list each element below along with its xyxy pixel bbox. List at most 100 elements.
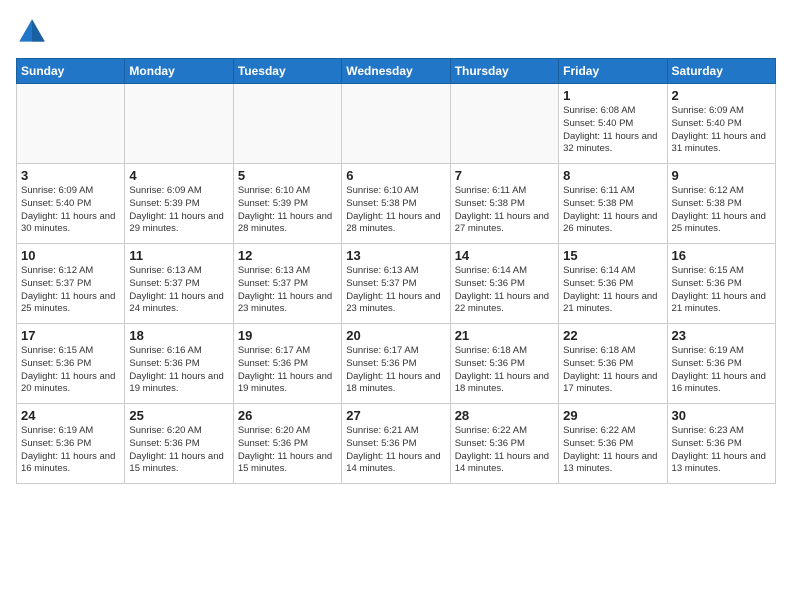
calendar-cell: 15 Sunrise: 6:14 AM Sunset: 5:36 PM Dayli… [559, 244, 667, 324]
day-number: 7 [455, 168, 554, 183]
day-number: 21 [455, 328, 554, 343]
calendar-cell: 12 Sunrise: 6:13 AM Sunset: 5:37 PM Dayli… [233, 244, 341, 324]
calendar-cell: 28 Sunrise: 6:22 AM Sunset: 5:36 PM Dayli… [450, 404, 558, 484]
day-of-week-header: Thursday [450, 59, 558, 84]
calendar-week-row: 24Sunrise: 6:19 AM Sunset: 5:36 PM Dayli… [17, 404, 776, 484]
day-number: 30 [672, 408, 771, 423]
day-number: 22 [563, 328, 662, 343]
day-of-week-header: Wednesday [342, 59, 450, 84]
day-info: Sunrise: 6:12 AM Sunset: 5:38 PM Dayligh… [672, 185, 771, 236]
day-number: 2 [672, 88, 771, 103]
day-info: Sunrise: 6:12 AM Sunset: 5:37 PM Dayligh… [21, 265, 120, 316]
calendar-cell: 5Sunrise: 6:10 AM Sunset: 5:39 PM Daylig… [233, 164, 341, 244]
day-info: Sunrise: 6:11 AM Sunset: 5:38 PM Dayligh… [455, 185, 554, 236]
calendar-cell [342, 84, 450, 164]
day-info: Sunrise: 6:14 AM Sunset: 5:36 PM Dayligh… [563, 265, 662, 316]
day-number: 16 [672, 248, 771, 263]
calendar-cell: 21 Sunrise: 6:18 AM Sunset: 5:36 PM Dayli… [450, 324, 558, 404]
day-info: Sunrise: 6:10 AM Sunset: 5:39 PM Dayligh… [238, 185, 337, 236]
day-number: 27 [346, 408, 445, 423]
day-info: Sunrise: 6:09 AM Sunset: 5:40 PM Dayligh… [21, 185, 120, 236]
day-info: Sunrise: 6:18 AM Sunset: 5:36 PM Dayligh… [455, 345, 554, 396]
day-info: Sunrise: 6:17 AM Sunset: 5:36 PM Dayligh… [238, 345, 337, 396]
day-number: 11 [129, 248, 228, 263]
day-info: Sunrise: 6:09 AM Sunset: 5:39 PM Dayligh… [129, 185, 228, 236]
calendar-cell: 1 Sunrise: 6:08 AM Sunset: 5:40 PM Daylig… [559, 84, 667, 164]
day-number: 18 [129, 328, 228, 343]
day-of-week-header: Sunday [17, 59, 125, 84]
calendar-cell: 10 Sunrise: 6:12 AM Sunset: 5:37 PM Dayli… [17, 244, 125, 324]
calendar-cell: 29Sunrise: 6:22 AM Sunset: 5:36 PM Dayli… [559, 404, 667, 484]
day-of-week-header: Monday [125, 59, 233, 84]
day-number: 17 [21, 328, 120, 343]
day-info: Sunrise: 6:22 AM Sunset: 5:36 PM Dayligh… [455, 425, 554, 476]
calendar-cell: 9 Sunrise: 6:12 AM Sunset: 5:38 PM Daylig… [667, 164, 775, 244]
calendar-cell: 14 Sunrise: 6:14 AM Sunset: 5:36 PM Dayli… [450, 244, 558, 324]
day-of-week-header: Tuesday [233, 59, 341, 84]
calendar-cell: 8 Sunrise: 6:11 AM Sunset: 5:38 PM Daylig… [559, 164, 667, 244]
day-info: Sunrise: 6:16 AM Sunset: 5:36 PM Dayligh… [129, 345, 228, 396]
day-info: Sunrise: 6:13 AM Sunset: 5:37 PM Dayligh… [129, 265, 228, 316]
calendar-cell: 30Sunrise: 6:23 AM Sunset: 5:36 PM Dayli… [667, 404, 775, 484]
calendar-table: SundayMondayTuesdayWednesdayThursdayFrid… [16, 58, 776, 484]
calendar-cell: 20 Sunrise: 6:17 AM Sunset: 5:36 PM Dayli… [342, 324, 450, 404]
day-info: Sunrise: 6:09 AM Sunset: 5:40 PM Dayligh… [672, 105, 771, 156]
day-info: Sunrise: 6:19 AM Sunset: 5:36 PM Dayligh… [21, 425, 120, 476]
day-info: Sunrise: 6:15 AM Sunset: 5:36 PM Dayligh… [672, 265, 771, 316]
day-info: Sunrise: 6:08 AM Sunset: 5:40 PM Dayligh… [563, 105, 662, 156]
calendar-cell: 18 Sunrise: 6:16 AM Sunset: 5:36 PM Dayli… [125, 324, 233, 404]
calendar-cell [125, 84, 233, 164]
calendar-cell: 11 Sunrise: 6:13 AM Sunset: 5:37 PM Dayli… [125, 244, 233, 324]
day-number: 12 [238, 248, 337, 263]
day-of-week-header: Saturday [667, 59, 775, 84]
calendar-cell: 17 Sunrise: 6:15 AM Sunset: 5:36 PM Dayli… [17, 324, 125, 404]
calendar-cell [450, 84, 558, 164]
day-number: 13 [346, 248, 445, 263]
day-info: Sunrise: 6:17 AM Sunset: 5:36 PM Dayligh… [346, 345, 445, 396]
page-header [16, 16, 776, 48]
calendar-cell: 22 Sunrise: 6:18 AM Sunset: 5:36 PM Dayli… [559, 324, 667, 404]
day-number: 10 [21, 248, 120, 263]
day-info: Sunrise: 6:15 AM Sunset: 5:36 PM Dayligh… [21, 345, 120, 396]
calendar-cell: 16 Sunrise: 6:15 AM Sunset: 5:36 PM Dayli… [667, 244, 775, 324]
day-info: Sunrise: 6:21 AM Sunset: 5:36 PM Dayligh… [346, 425, 445, 476]
day-number: 6 [346, 168, 445, 183]
day-number: 29 [563, 408, 662, 423]
day-of-week-header: Friday [559, 59, 667, 84]
calendar-cell: 2 Sunrise: 6:09 AM Sunset: 5:40 PM Daylig… [667, 84, 775, 164]
day-info: Sunrise: 6:10 AM Sunset: 5:38 PM Dayligh… [346, 185, 445, 236]
day-number: 26 [238, 408, 337, 423]
calendar-cell: 6 Sunrise: 6:10 AM Sunset: 5:38 PM Daylig… [342, 164, 450, 244]
calendar-week-row: 10 Sunrise: 6:12 AM Sunset: 5:37 PM Dayli… [17, 244, 776, 324]
day-number: 9 [672, 168, 771, 183]
day-number: 8 [563, 168, 662, 183]
day-number: 4 [129, 168, 228, 183]
calendar-week-row: 3Sunrise: 6:09 AM Sunset: 5:40 PM Daylig… [17, 164, 776, 244]
calendar-header-row: SundayMondayTuesdayWednesdayThursdayFrid… [17, 59, 776, 84]
calendar-cell: 23Sunrise: 6:19 AM Sunset: 5:36 PM Dayli… [667, 324, 775, 404]
day-number: 20 [346, 328, 445, 343]
calendar-week-row: 17 Sunrise: 6:15 AM Sunset: 5:36 PM Dayli… [17, 324, 776, 404]
calendar-cell: 27 Sunrise: 6:21 AM Sunset: 5:36 PM Dayli… [342, 404, 450, 484]
day-info: Sunrise: 6:14 AM Sunset: 5:36 PM Dayligh… [455, 265, 554, 316]
day-info: Sunrise: 6:13 AM Sunset: 5:37 PM Dayligh… [346, 265, 445, 316]
calendar-cell: 19 Sunrise: 6:17 AM Sunset: 5:36 PM Dayli… [233, 324, 341, 404]
day-number: 1 [563, 88, 662, 103]
day-number: 23 [672, 328, 771, 343]
logo-icon [16, 16, 48, 48]
calendar-cell: 3Sunrise: 6:09 AM Sunset: 5:40 PM Daylig… [17, 164, 125, 244]
calendar-cell: 7 Sunrise: 6:11 AM Sunset: 5:38 PM Daylig… [450, 164, 558, 244]
day-info: Sunrise: 6:18 AM Sunset: 5:36 PM Dayligh… [563, 345, 662, 396]
calendar-cell: 25 Sunrise: 6:20 AM Sunset: 5:36 PM Dayli… [125, 404, 233, 484]
day-info: Sunrise: 6:11 AM Sunset: 5:38 PM Dayligh… [563, 185, 662, 236]
day-number: 14 [455, 248, 554, 263]
day-number: 19 [238, 328, 337, 343]
day-number: 25 [129, 408, 228, 423]
day-info: Sunrise: 6:20 AM Sunset: 5:36 PM Dayligh… [129, 425, 228, 476]
day-number: 28 [455, 408, 554, 423]
calendar-cell: 26Sunrise: 6:20 AM Sunset: 5:36 PM Dayli… [233, 404, 341, 484]
calendar-cell: 24Sunrise: 6:19 AM Sunset: 5:36 PM Dayli… [17, 404, 125, 484]
day-info: Sunrise: 6:13 AM Sunset: 5:37 PM Dayligh… [238, 265, 337, 316]
day-number: 15 [563, 248, 662, 263]
calendar-cell: 13 Sunrise: 6:13 AM Sunset: 5:37 PM Dayli… [342, 244, 450, 324]
